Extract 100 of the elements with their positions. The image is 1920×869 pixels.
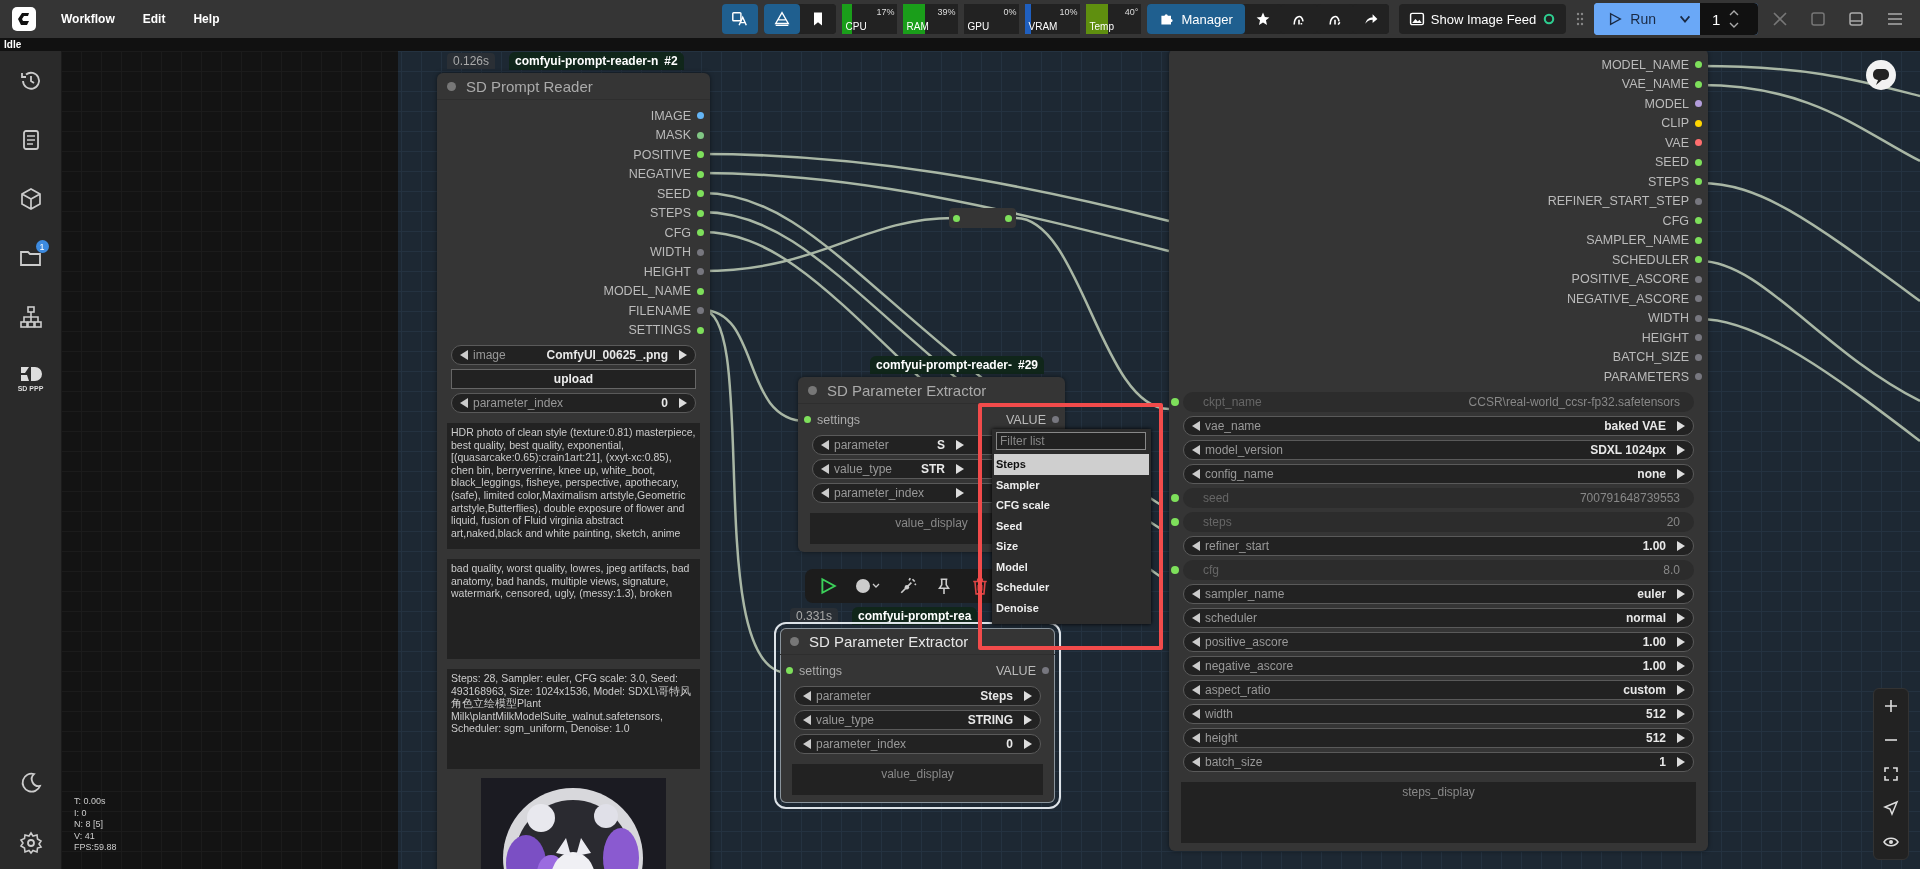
socket-dot[interactable] bbox=[953, 214, 960, 222]
right-arrow-icon[interactable] bbox=[1677, 684, 1685, 695]
output-socket[interactable] bbox=[1695, 80, 1702, 88]
right-arrow-icon[interactable] bbox=[956, 487, 964, 498]
left-arrow-icon[interactable] bbox=[803, 738, 811, 749]
combo-widget[interactable]: parameter Steps bbox=[794, 685, 1041, 706]
input-socket[interactable] bbox=[1171, 493, 1179, 502]
right-arrow-icon[interactable] bbox=[956, 463, 964, 474]
left-arrow-icon[interactable] bbox=[821, 439, 829, 450]
dropdown-option[interactable]: Denoise bbox=[994, 597, 1149, 618]
output-socket[interactable] bbox=[1695, 236, 1702, 244]
right-arrow-icon[interactable] bbox=[1677, 540, 1685, 551]
translate-button[interactable] bbox=[722, 4, 759, 34]
right-arrow-icon[interactable] bbox=[956, 439, 964, 450]
cube-icon[interactable] bbox=[18, 187, 43, 211]
combo-widget[interactable]: parameter_index 0 bbox=[794, 733, 1041, 754]
collapse-dot[interactable] bbox=[447, 81, 456, 91]
output-socket[interactable] bbox=[697, 229, 704, 237]
combo-widget[interactable]: height 512 bbox=[1183, 727, 1694, 748]
right-arrow-icon[interactable] bbox=[1677, 636, 1685, 647]
combo-widget[interactable]: parameter_index 0 bbox=[451, 393, 696, 413]
input-socket[interactable] bbox=[1171, 517, 1179, 526]
right-arrow-icon[interactable] bbox=[1024, 714, 1032, 725]
input-socket[interactable] bbox=[804, 416, 811, 424]
menu-item[interactable]: Edit bbox=[131, 12, 177, 26]
right-arrow-icon[interactable] bbox=[1677, 444, 1685, 455]
right-arrow-icon[interactable] bbox=[679, 398, 687, 408]
panel-icon[interactable] bbox=[1848, 11, 1864, 27]
right-arrow-icon[interactable] bbox=[1677, 612, 1685, 623]
combo-widget[interactable]: sampler_name euler bbox=[1183, 583, 1694, 604]
right-arrow-icon[interactable] bbox=[1677, 708, 1685, 719]
dropdown-option[interactable]: Steps bbox=[994, 454, 1149, 475]
combo-widget[interactable]: vae_name baked VAE bbox=[1183, 415, 1694, 436]
square-icon[interactable] bbox=[1810, 11, 1826, 27]
right-arrow-icon[interactable] bbox=[679, 350, 687, 360]
prompt-text-area[interactable]: HDR photo of clean style (texture:0.81) masterpiece, best quality, best quality, exponential, [(quasarcake:0.65):crain1art:21], (xxyt-xc:0.85), chen bin, berryverrine, knee up, white_boot, black_leggings, fisheye, perspective, apothecary, (safe), limited color,Maximalism artstyle,Geometric artstyle,Butterflies), double exposure of flower and liquid, fusion of Fluid virginia abstract art,naked,black and white painting, sketch, anime bbox=[447, 423, 700, 549]
right-arrow-icon[interactable] bbox=[1677, 468, 1685, 479]
left-arrow-icon[interactable] bbox=[1192, 588, 1200, 599]
left-arrow-icon[interactable] bbox=[1192, 612, 1200, 623]
app-logo[interactable] bbox=[12, 7, 36, 31]
assistant-icon[interactable] bbox=[1866, 60, 1896, 90]
history-icon[interactable] bbox=[18, 69, 43, 93]
output-socket[interactable] bbox=[1695, 100, 1702, 108]
right-arrow-icon[interactable] bbox=[1677, 660, 1685, 671]
left-arrow-icon[interactable] bbox=[1192, 684, 1200, 695]
combo-widget[interactable]: batch_size 1 bbox=[1183, 751, 1694, 772]
left-arrow-icon[interactable] bbox=[1192, 756, 1200, 767]
right-arrow-icon[interactable] bbox=[1024, 738, 1032, 749]
left-arrow-icon[interactable] bbox=[1192, 444, 1200, 455]
model-button[interactable] bbox=[764, 4, 801, 34]
combo-widget[interactable]: value_type STRING bbox=[794, 709, 1041, 730]
menu-item[interactable]: Workflow bbox=[50, 12, 126, 26]
left-arrow-icon[interactable] bbox=[803, 690, 811, 701]
output-socket[interactable] bbox=[1695, 119, 1702, 127]
left-arrow-icon[interactable] bbox=[1192, 636, 1200, 647]
manager-button[interactable]: Manager bbox=[1147, 4, 1245, 34]
left-arrow-icon[interactable] bbox=[1192, 708, 1200, 719]
left-arrow-icon[interactable] bbox=[1192, 420, 1200, 431]
input-socket[interactable] bbox=[786, 667, 793, 675]
input-socket[interactable] bbox=[1171, 565, 1179, 574]
zoom-in-icon[interactable] bbox=[1883, 698, 1899, 714]
output-socket[interactable] bbox=[697, 131, 704, 139]
left-arrow-icon[interactable] bbox=[1192, 540, 1200, 551]
collapse-dot[interactable] bbox=[790, 636, 799, 646]
batch-count-field[interactable]: 1 bbox=[1700, 3, 1758, 35]
menu-icon[interactable] bbox=[1886, 11, 1904, 27]
output-socket[interactable] bbox=[1695, 158, 1702, 166]
left-arrow-icon[interactable] bbox=[803, 714, 811, 725]
pointer-icon[interactable] bbox=[1883, 800, 1899, 816]
left-arrow-icon[interactable] bbox=[821, 463, 829, 474]
output-socket[interactable] bbox=[1695, 217, 1702, 225]
settings-icon[interactable] bbox=[18, 831, 43, 855]
combo-widget[interactable]: positive_ascore 1.00 bbox=[1183, 631, 1694, 652]
combo-widget[interactable]: scheduler normal bbox=[1183, 607, 1694, 628]
combo-widget[interactable]: aspect_ratio custom bbox=[1183, 679, 1694, 700]
output-socket[interactable] bbox=[697, 326, 704, 334]
left-arrow-icon[interactable] bbox=[1192, 660, 1200, 671]
output-socket[interactable] bbox=[697, 209, 704, 217]
left-arrow-icon[interactable] bbox=[460, 398, 468, 408]
collapse-dot[interactable] bbox=[808, 385, 817, 395]
node-card[interactable] bbox=[437, 73, 710, 869]
input-socket[interactable] bbox=[1171, 397, 1179, 406]
right-arrow-icon[interactable] bbox=[1677, 756, 1685, 767]
combo-widget[interactable]: negative_ascore 1.00 bbox=[1183, 655, 1694, 676]
combo-widget[interactable]: refiner_start 1.00 bbox=[1183, 535, 1694, 556]
output-socket[interactable] bbox=[697, 190, 704, 198]
right-arrow-icon[interactable] bbox=[1677, 588, 1685, 599]
sitemap-icon[interactable] bbox=[18, 305, 43, 329]
output-socket[interactable] bbox=[697, 151, 704, 159]
image-feed-button[interactable]: Show Image Feed bbox=[1398, 4, 1567, 34]
combo-widget[interactable]: image ComfyUI_00625_.png bbox=[451, 345, 696, 365]
output-socket[interactable] bbox=[1695, 61, 1702, 69]
combo-widget[interactable]: width 512 bbox=[1183, 703, 1694, 724]
socket-dot[interactable] bbox=[1005, 214, 1012, 222]
left-arrow-icon[interactable] bbox=[460, 350, 468, 360]
left-arrow-icon[interactable] bbox=[1192, 732, 1200, 743]
prompt-text-area[interactable]: bad quality, worst quality, lowres, jpeg artifacts, bad anatomy, bad hands, multiple views, signature, watermark, censored, ugly, (messy:1.3), broken bbox=[447, 559, 700, 659]
output-socket[interactable] bbox=[1695, 178, 1702, 186]
menu-item[interactable]: Help bbox=[182, 12, 231, 26]
right-arrow-icon[interactable] bbox=[1024, 690, 1032, 701]
